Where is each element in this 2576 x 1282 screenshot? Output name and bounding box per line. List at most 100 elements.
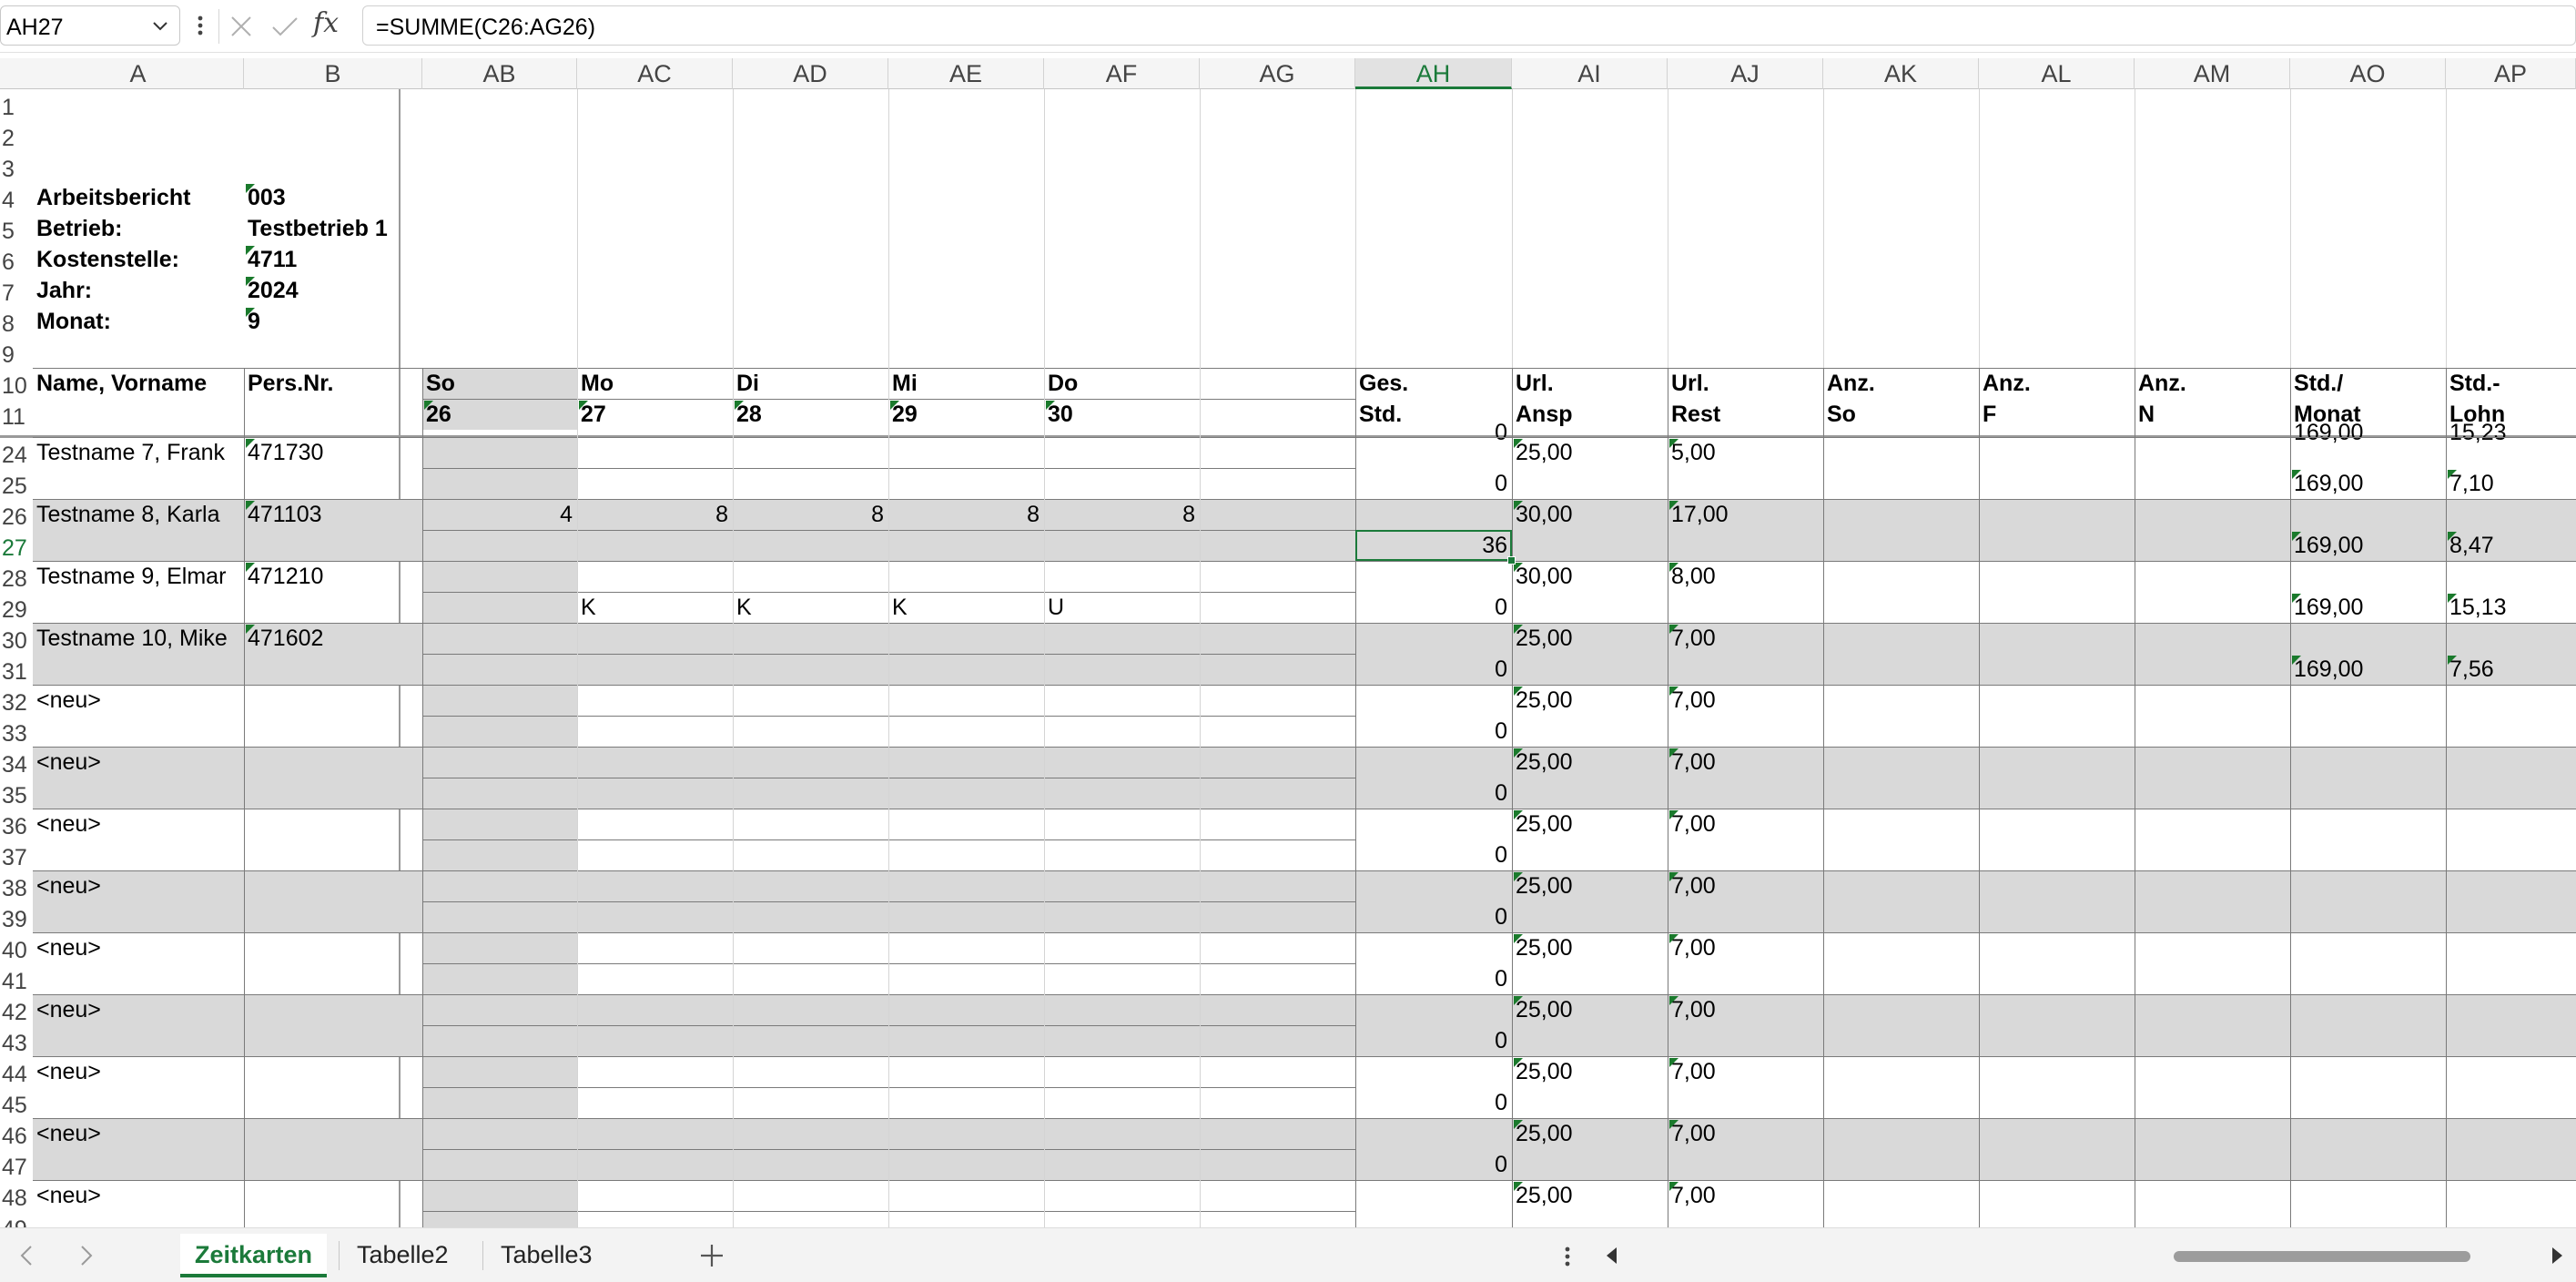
column-title[interactable]: Mo — [577, 368, 733, 399]
vacation-claim[interactable]: 30,00 — [1512, 499, 1668, 530]
column-header-al[interactable]: AL — [1979, 58, 2135, 89]
total-hours[interactable]: 0 — [1355, 1149, 1512, 1180]
column-header-ap[interactable]: AP — [2446, 58, 2576, 89]
column-title[interactable]: So — [422, 368, 577, 399]
hours-per-month[interactable]: 169,00 — [2290, 654, 2446, 685]
employee-name[interactable]: <neu> — [33, 994, 244, 1025]
day-hours[interactable]: 8 — [888, 499, 1044, 530]
employee-name[interactable]: <neu> — [33, 1180, 244, 1211]
row-header-44[interactable]: 44 — [0, 1062, 33, 1093]
more-options-icon[interactable] — [1558, 1241, 1577, 1272]
day-hours[interactable] — [733, 437, 888, 468]
row-header-9[interactable]: 9 — [0, 342, 33, 373]
row-header-29[interactable]: 29 — [0, 597, 33, 628]
employee-name[interactable]: <neu> — [33, 1118, 244, 1149]
row-header-43[interactable]: 43 — [0, 1031, 33, 1062]
clipped-value[interactable]: 0 — [1355, 417, 1512, 448]
row-header-5[interactable]: 5 — [0, 219, 33, 249]
column-header-am[interactable]: AM — [2135, 58, 2290, 89]
day-hours[interactable] — [577, 623, 733, 654]
column-header-ao[interactable]: AO — [2290, 58, 2446, 89]
row-header-39[interactable]: 39 — [0, 907, 33, 938]
row-header-41[interactable]: 41 — [0, 969, 33, 1000]
day-code[interactable] — [1200, 468, 1355, 499]
cancel-icon[interactable] — [228, 13, 255, 40]
column-title[interactable]: Anz. — [2135, 368, 2290, 399]
column-subtitle[interactable] — [33, 399, 244, 430]
day-hours[interactable] — [1200, 499, 1355, 530]
scroll-left-arrow-icon[interactable] — [1602, 1245, 1622, 1267]
day-code[interactable] — [577, 468, 733, 499]
hours-per-month[interactable]: 169,00 — [2290, 468, 2446, 499]
row-header-30[interactable]: 30 — [0, 628, 33, 659]
total-hours[interactable]: 0 — [1355, 468, 1512, 499]
sheet-tab-tabelle2[interactable]: Tabelle2 — [342, 1234, 463, 1277]
column-header-ab[interactable]: AB — [422, 58, 577, 89]
employee-persnr[interactable] — [244, 747, 422, 778]
info-label[interactable]: Jahr: — [33, 275, 244, 306]
hours-per-month[interactable] — [2290, 1149, 2446, 1180]
scroll-left-icon[interactable] — [16, 1243, 38, 1268]
more-options-icon[interactable] — [191, 7, 209, 44]
day-code[interactable] — [422, 654, 577, 685]
vacation-claim[interactable]: 25,00 — [1512, 809, 1668, 839]
day-code[interactable] — [888, 530, 1044, 561]
vacation-claim[interactable]: 30,00 — [1512, 561, 1668, 592]
day-code[interactable] — [422, 592, 577, 623]
day-hours[interactable]: 8 — [733, 499, 888, 530]
info-value[interactable]: Testbetrieb 1 — [244, 213, 422, 244]
column-title[interactable]: Std.- — [2446, 368, 2576, 399]
day-hours[interactable] — [1044, 561, 1200, 592]
function-icon[interactable]: fx — [313, 7, 339, 39]
column-subtitle[interactable]: 28 — [733, 399, 888, 430]
employee-name[interactable]: Testname 9, Elmar — [33, 561, 244, 592]
row-header-34[interactable]: 34 — [0, 752, 33, 783]
row-header-2[interactable]: 2 — [0, 126, 33, 157]
hourly-wage[interactable] — [2446, 716, 2576, 747]
day-hours[interactable] — [1200, 623, 1355, 654]
fill-handle[interactable] — [1507, 556, 1516, 565]
employee-name[interactable]: <neu> — [33, 685, 244, 716]
employee-persnr[interactable] — [244, 932, 422, 963]
row-header-37[interactable]: 37 — [0, 845, 33, 876]
info-value[interactable]: 4711 — [244, 244, 422, 275]
row-header-25[interactable]: 25 — [0, 473, 33, 504]
column-subtitle[interactable]: 29 — [888, 399, 1044, 430]
day-code[interactable] — [888, 468, 1044, 499]
hours-per-month[interactable] — [2290, 1087, 2446, 1118]
column-header-ae[interactable]: AE — [888, 58, 1044, 89]
vacation-claim[interactable]: 25,00 — [1512, 870, 1668, 901]
info-label[interactable]: Monat: — [33, 306, 244, 337]
row-header-46[interactable]: 46 — [0, 1124, 33, 1155]
day-code[interactable] — [733, 654, 888, 685]
row-header-28[interactable]: 28 — [0, 566, 33, 597]
day-code[interactable] — [422, 468, 577, 499]
employee-persnr[interactable] — [244, 685, 422, 716]
column-subtitle[interactable]: N — [2135, 399, 2290, 430]
vacation-rest[interactable]: 7,00 — [1668, 809, 1823, 839]
day-hours[interactable] — [422, 623, 577, 654]
row-header-33[interactable]: 33 — [0, 721, 33, 752]
day-hours[interactable]: 8 — [1044, 499, 1200, 530]
column-subtitle[interactable]: F — [1979, 399, 2135, 430]
hourly-wage[interactable] — [2446, 778, 2576, 809]
hours-per-month[interactable] — [2290, 901, 2446, 932]
total-hours[interactable]: 0 — [1355, 1087, 1512, 1118]
column-title[interactable]: Url. — [1668, 368, 1823, 399]
day-code[interactable] — [733, 468, 888, 499]
clipped-value[interactable]: 15,23 — [2446, 417, 2576, 448]
day-code[interactable] — [422, 530, 577, 561]
day-hours[interactable] — [733, 561, 888, 592]
formula-input[interactable]: =SUMME(C26:AG26) — [362, 5, 2576, 46]
column-header-ag[interactable]: AG — [1200, 58, 1355, 89]
employee-name[interactable]: <neu> — [33, 932, 244, 963]
employee-persnr[interactable]: 471730 — [244, 437, 422, 468]
column-subtitle[interactable]: 26 — [422, 399, 577, 430]
row-header-40[interactable]: 40 — [0, 938, 33, 969]
employee-name[interactable]: Testname 7, Frank — [33, 437, 244, 468]
day-code[interactable] — [1200, 592, 1355, 623]
day-hours[interactable] — [422, 437, 577, 468]
total-hours[interactable]: 0 — [1355, 592, 1512, 623]
employee-persnr[interactable]: 471210 — [244, 561, 422, 592]
day-code[interactable] — [733, 530, 888, 561]
